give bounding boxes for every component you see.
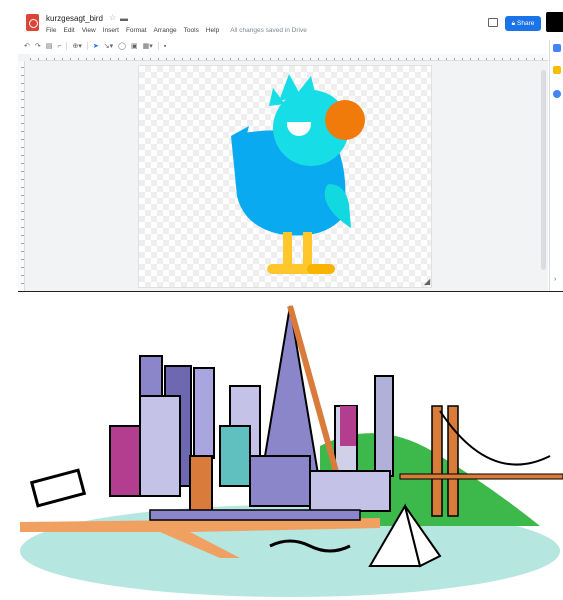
toolbar-divider — [86, 42, 88, 50]
drawings-logo-icon[interactable] — [26, 14, 39, 31]
bird-foot-right — [307, 264, 335, 274]
menu-bar: File Edit View Insert Format Arrange Too… — [46, 27, 307, 34]
bird-eye-lid — [287, 112, 311, 122]
bird-drawing[interactable] — [139, 66, 433, 289]
bird-leg-left — [283, 232, 292, 268]
vertical-scrollbar[interactable] — [541, 70, 546, 270]
bridge-tower — [447, 405, 459, 517]
bird-leg-right — [303, 232, 312, 268]
redo-icon[interactable]: ↷ — [35, 42, 41, 50]
paint-format-icon[interactable]: ⌐ — [57, 43, 61, 50]
menu-edit[interactable]: Edit — [63, 27, 74, 34]
resize-handle-icon[interactable]: ◢ — [424, 277, 430, 286]
undo-icon[interactable]: ↶ — [24, 42, 30, 50]
bridge-tower — [431, 405, 443, 517]
calendar-icon[interactable] — [553, 44, 561, 52]
line-icon[interactable]: ↘▾ — [104, 42, 113, 50]
building — [109, 425, 141, 497]
clock-tower — [189, 455, 213, 517]
toolbar-divider — [66, 42, 68, 50]
drawing-canvas[interactable] — [138, 65, 432, 288]
chevron-right-icon[interactable]: › — [554, 276, 556, 283]
menu-format[interactable]: Format — [126, 27, 147, 34]
menu-file[interactable]: File — [46, 27, 56, 34]
share-label: Share — [517, 20, 535, 27]
building — [249, 455, 311, 507]
shape-icon[interactable]: ◯ — [118, 42, 126, 50]
building — [309, 470, 391, 512]
document-title[interactable]: kurzgesagt_bird — [46, 14, 103, 23]
building-teal — [219, 425, 251, 487]
vertical-ruler — [18, 61, 25, 291]
comment-icon[interactable]: ▪ — [164, 43, 166, 50]
cable-car — [29, 468, 87, 508]
pier-deck — [149, 509, 361, 521]
building-magenta — [340, 406, 356, 446]
city-clipart — [20, 305, 563, 597]
menu-view[interactable]: View — [82, 27, 96, 34]
textbox-icon[interactable]: ▦▾ — [143, 42, 153, 50]
menu-help[interactable]: Help — [206, 27, 219, 34]
building — [374, 375, 394, 477]
bridge-deck — [399, 473, 563, 480]
bird-beak — [325, 100, 365, 140]
drawings-window: kurzgesagt_bird ☆ ▬ File Edit View Inser… — [18, 0, 563, 292]
horizontal-ruler — [30, 54, 548, 61]
print-icon[interactable]: ▤ — [46, 42, 53, 50]
zoom-icon[interactable]: ⊕▾ — [72, 42, 81, 50]
building — [139, 395, 181, 497]
save-status[interactable]: All changes saved in Drive — [230, 27, 307, 34]
image-icon[interactable]: ▣ — [131, 42, 138, 50]
share-button[interactable]: 🔒︎ Share — [505, 16, 541, 31]
account-avatar[interactable] — [546, 12, 563, 32]
keep-icon[interactable] — [553, 66, 561, 74]
tasks-icon[interactable] — [553, 90, 561, 98]
menu-tools[interactable]: Tools — [184, 27, 199, 34]
star-outline-icon[interactable]: ☆ — [109, 13, 116, 22]
lock-icon: 🔒︎ — [511, 19, 516, 27]
toolbar-divider — [157, 42, 159, 50]
side-panel: › — [549, 40, 563, 291]
folder-icon[interactable]: ▬ — [120, 14, 128, 23]
menu-arrange[interactable]: Arrange — [154, 27, 177, 34]
toolbar: ↶ ↷ ▤ ⌐ ⊕▾ ➤ ↘▾ ◯ ▣ ▦▾ ▪ — [24, 40, 557, 52]
building — [193, 367, 215, 459]
select-icon[interactable]: ➤ — [93, 42, 99, 50]
comments-icon[interactable] — [488, 18, 498, 27]
menu-insert[interactable]: Insert — [103, 27, 119, 34]
